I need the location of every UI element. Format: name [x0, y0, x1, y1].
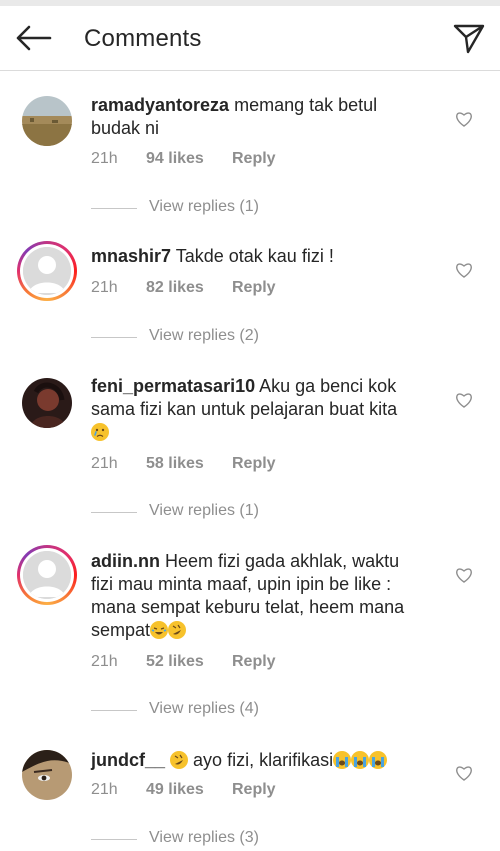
rofl-emoji [168, 621, 187, 639]
heart-icon[interactable] [455, 765, 473, 781]
comment-meta: 21h 52 likes Reply [91, 653, 276, 671]
page-title: Comments [84, 25, 202, 52]
loudly-crying-emoji [369, 751, 388, 769]
view-replies-label: View replies (3) [149, 829, 259, 846]
likes-count[interactable]: 52 likes [146, 653, 232, 671]
story-ring[interactable] [17, 241, 77, 301]
reply-button[interactable]: Reply [232, 781, 276, 799]
avatar[interactable] [22, 750, 72, 800]
laughing-face-emoji [150, 621, 169, 639]
view-replies-button[interactable]: View replies (4) [91, 700, 351, 720]
replies-divider [91, 512, 137, 513]
loudly-crying-emoji [333, 751, 352, 769]
paper-plane-icon[interactable] [452, 22, 486, 56]
comment-time: 21h [91, 653, 118, 670]
likes-count[interactable]: 49 likes [146, 781, 232, 799]
reply-button[interactable]: Reply [232, 653, 276, 671]
comment-username[interactable]: adiin.nn [91, 551, 160, 571]
avatar [23, 247, 71, 295]
comment-body: Takde otak kau fizi ! [175, 246, 334, 266]
reply-button[interactable]: Reply [232, 455, 276, 473]
likes-count[interactable]: 58 likes [146, 455, 232, 473]
comment-username[interactable]: mnashir7 [91, 246, 171, 266]
comment-time: 21h [91, 279, 118, 296]
comment-time: 21h [91, 781, 118, 798]
comment-text: feni_permatasari10 Aku ga benci kok sama… [91, 375, 426, 444]
replies-divider [91, 839, 137, 840]
comment-username[interactable]: ramadyantoreza [91, 95, 229, 115]
reply-button[interactable]: Reply [232, 279, 276, 297]
replies-divider [91, 337, 137, 338]
comment-meta: 21h 58 likes Reply [91, 455, 276, 473]
rofl-emoji [170, 751, 189, 769]
comment-text: mnashir7 Takde otak kau fizi ! [91, 245, 426, 268]
comment-username[interactable]: feni_permatasari10 [91, 376, 255, 396]
view-replies-button[interactable]: View replies (1) [91, 198, 351, 218]
crying-face-emoji [91, 423, 109, 441]
comment-text: jundcf__ ayo fizi, klarifikasi [91, 749, 426, 772]
app-header: Comments [0, 6, 500, 71]
heart-icon[interactable] [455, 262, 473, 278]
view-replies-button[interactable]: View replies (2) [91, 327, 351, 347]
comment-username[interactable]: jundcf__ [91, 750, 165, 770]
loudly-crying-emoji [351, 751, 370, 769]
avatar[interactable] [22, 96, 72, 146]
arrow-left-icon[interactable] [14, 24, 52, 52]
reply-button[interactable]: Reply [232, 150, 276, 168]
likes-count[interactable]: 82 likes [146, 279, 232, 297]
comment-body: ayo fizi, klarifikasi [193, 750, 334, 770]
comment-meta: 21h 94 likes Reply [91, 150, 276, 168]
comment-text: ramadyantoreza memang tak betul budak ni [91, 94, 426, 140]
avatar[interactable] [22, 378, 72, 428]
view-replies-label: View replies (1) [149, 198, 259, 215]
replies-divider [91, 208, 137, 209]
heart-icon[interactable] [455, 392, 473, 408]
view-replies-button[interactable]: View replies (3) [91, 829, 351, 849]
avatar [23, 551, 71, 599]
comment-meta: 21h 49 likes Reply [91, 781, 276, 799]
comment-text: adiin.nn Heem fizi gada akhlak, waktu fi… [91, 550, 426, 642]
comment-time: 21h [91, 455, 118, 472]
view-replies-button[interactable]: View replies (1) [91, 502, 351, 522]
view-replies-label: View replies (2) [149, 327, 259, 344]
replies-divider [91, 710, 137, 711]
view-replies-label: View replies (1) [149, 502, 259, 519]
heart-icon[interactable] [455, 111, 473, 127]
comment-time: 21h [91, 150, 118, 167]
view-replies-label: View replies (4) [149, 700, 259, 717]
comment-meta: 21h 82 likes Reply [91, 279, 276, 297]
heart-icon[interactable] [455, 567, 473, 583]
likes-count[interactable]: 94 likes [146, 150, 232, 168]
story-ring[interactable] [17, 545, 77, 605]
